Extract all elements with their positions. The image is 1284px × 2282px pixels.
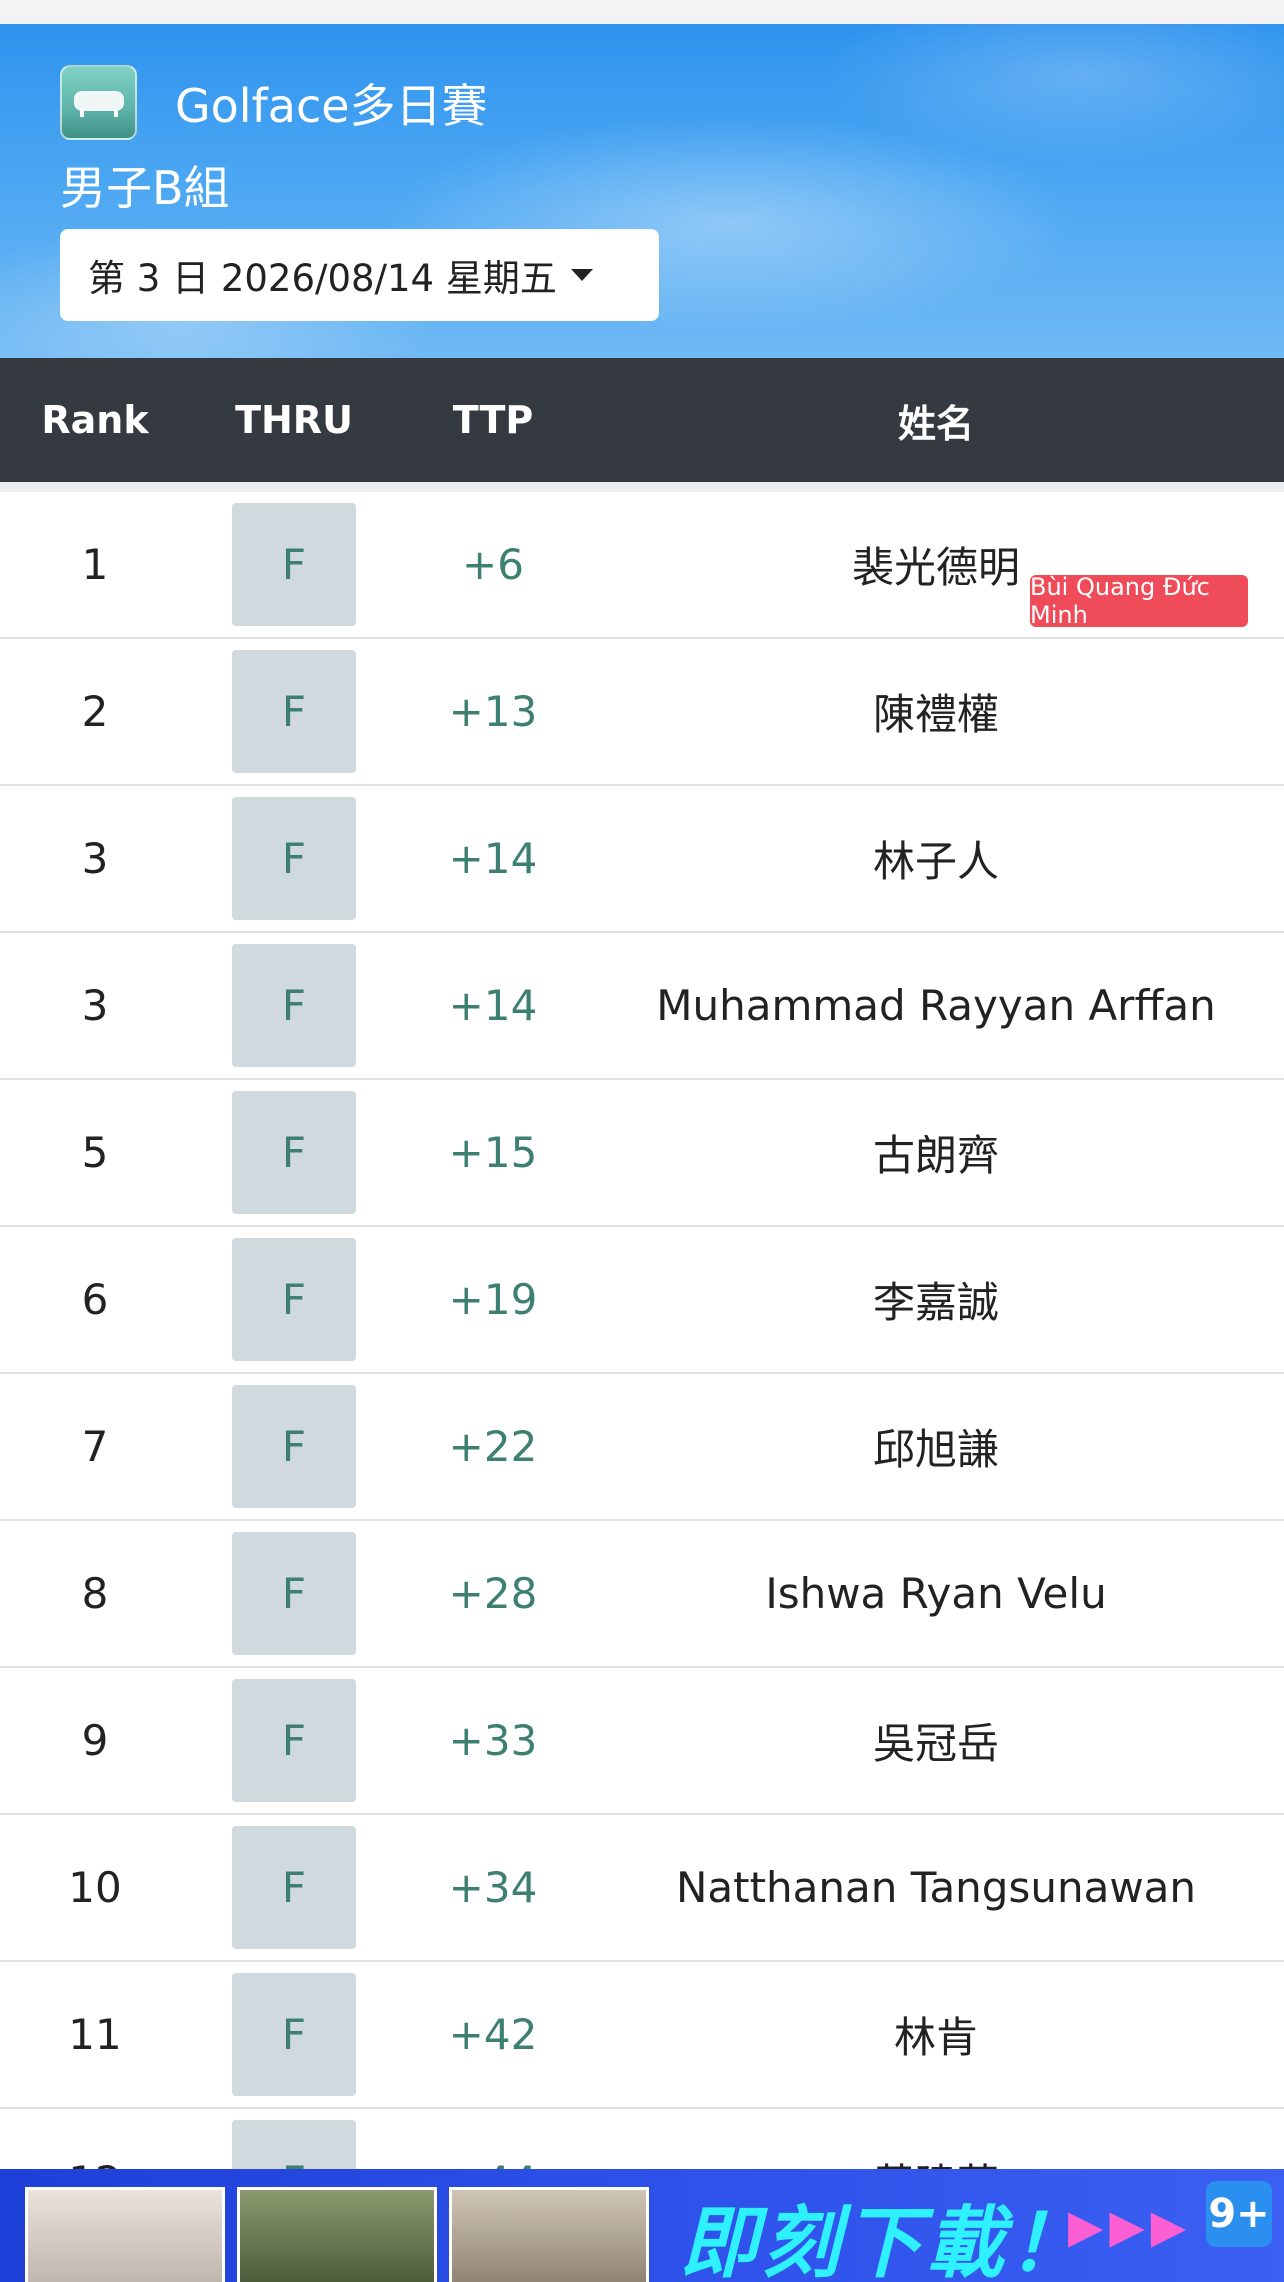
- column-header-rank[interactable]: Rank: [0, 398, 190, 442]
- thru-cell[interactable]: F: [232, 1679, 356, 1802]
- rank-cell: 9: [81, 1716, 109, 1765]
- player-name[interactable]: 邱旭謙: [588, 1416, 1284, 1477]
- status-bar: [0, 0, 1284, 24]
- leaderboard-table: 1 F +6 裴光德明 2 F +13 陳禮權 3 F +14 林子人 3 F …: [0, 492, 1284, 2256]
- rank-cell: 6: [81, 1275, 109, 1324]
- thru-cell[interactable]: F: [232, 1826, 356, 1949]
- column-header-ttp[interactable]: TTP: [398, 398, 588, 442]
- table-header: Rank THRU TTP 姓名: [0, 358, 1284, 482]
- app-logo-icon[interactable]: [60, 65, 137, 140]
- ttp-cell: +33: [448, 1716, 538, 1765]
- player-name[interactable]: 林肯: [588, 2004, 1284, 2065]
- rank-cell: 8: [81, 1569, 109, 1618]
- table-row[interactable]: 9 F +33 吳冠岳: [0, 1668, 1284, 1815]
- rank-cell: 1: [81, 540, 109, 589]
- app-title: Golface多日賽: [175, 79, 488, 133]
- ttp-cell: +13: [448, 687, 538, 736]
- column-header-thru[interactable]: THRU: [190, 398, 398, 442]
- ttp-cell: +15: [448, 1128, 538, 1177]
- ttp-cell: +14: [448, 834, 538, 883]
- ad-banner[interactable]: 即刻下載！ ▶▶▶ 9+: [0, 2169, 1284, 2282]
- table-row[interactable]: 10 F +34 Natthanan Tangsunawan: [0, 1815, 1284, 1962]
- ttp-cell: +42: [448, 2010, 538, 2059]
- player-name[interactable]: 林子人: [588, 828, 1284, 889]
- table-row[interactable]: 3 F +14 林子人: [0, 786, 1284, 933]
- group-title: 男子B組: [60, 161, 230, 215]
- rank-cell: 7: [81, 1422, 109, 1471]
- ttp-cell: +19: [448, 1275, 538, 1324]
- rank-cell: 10: [68, 1863, 122, 1912]
- ad-photo: [25, 2187, 225, 2282]
- ttp-cell: +22: [448, 1422, 538, 1471]
- rank-cell: 11: [68, 2010, 122, 2059]
- thru-cell[interactable]: F: [232, 1091, 356, 1214]
- table-row[interactable]: 3 F +14 Muhammad Rayyan Arffan: [0, 933, 1284, 1080]
- ttp-cell: +14: [448, 981, 538, 1030]
- day-select-dropdown[interactable]: 第 3 日 2026/08/14 星期五: [60, 229, 659, 321]
- thru-cell[interactable]: F: [232, 650, 356, 773]
- table-row[interactable]: 11 F +42 林肯: [0, 1962, 1284, 2109]
- player-name[interactable]: 陳禮權: [588, 681, 1284, 742]
- thru-cell[interactable]: F: [232, 944, 356, 1067]
- name-tag-badge[interactable]: Bùi Quang Đức Minh: [1030, 573, 1248, 629]
- ad-photo: [237, 2187, 437, 2282]
- player-name[interactable]: 吳冠岳: [588, 1710, 1284, 1771]
- player-name[interactable]: 古朗齊: [588, 1122, 1284, 1183]
- player-name[interactable]: Muhammad Rayyan Arffan: [588, 981, 1284, 1030]
- thru-cell[interactable]: F: [232, 797, 356, 920]
- player-name[interactable]: Natthanan Tangsunawan: [588, 1863, 1284, 1912]
- thru-cell[interactable]: F: [232, 1973, 356, 2096]
- table-row[interactable]: 6 F +19 李嘉誠: [0, 1227, 1284, 1374]
- thru-cell[interactable]: F: [232, 503, 356, 626]
- rank-cell: 2: [81, 687, 109, 736]
- rank-cell: 3: [81, 834, 109, 883]
- thru-cell[interactable]: F: [232, 1532, 356, 1655]
- ad-download-text[interactable]: 即刻下載！: [680, 2181, 1090, 2282]
- thru-cell[interactable]: F: [232, 1385, 356, 1508]
- table-row[interactable]: 8 F +28 Ishwa Ryan Velu: [0, 1521, 1284, 1668]
- player-name[interactable]: 李嘉誠: [588, 1269, 1284, 1330]
- table-row[interactable]: 5 F +15 古朗齊: [0, 1080, 1284, 1227]
- chevron-down-icon: [570, 269, 593, 281]
- play-arrows-icon: ▶▶▶: [1068, 2199, 1193, 2253]
- rank-cell: 5: [81, 1128, 109, 1177]
- divider: [0, 482, 1284, 492]
- age-rating-badge: 9+: [1206, 2181, 1272, 2247]
- page-header: Golface多日賽 男子B組 第 3 日 2026/08/14 星期五: [0, 24, 1284, 358]
- rank-cell: 3: [81, 981, 109, 1030]
- ttp-cell: +28: [448, 1569, 538, 1618]
- thru-cell[interactable]: F: [232, 1238, 356, 1361]
- day-select-value: 第 3 日 2026/08/14 星期五: [88, 257, 557, 300]
- table-row[interactable]: 7 F +22 邱旭謙: [0, 1374, 1284, 1521]
- ttp-cell: +6: [462, 540, 524, 589]
- table-row[interactable]: 2 F +13 陳禮權: [0, 639, 1284, 786]
- ttp-cell: +34: [448, 1863, 538, 1912]
- column-header-name[interactable]: 姓名: [588, 393, 1284, 448]
- player-name[interactable]: Ishwa Ryan Velu: [588, 1569, 1284, 1618]
- ad-photo: [449, 2187, 649, 2282]
